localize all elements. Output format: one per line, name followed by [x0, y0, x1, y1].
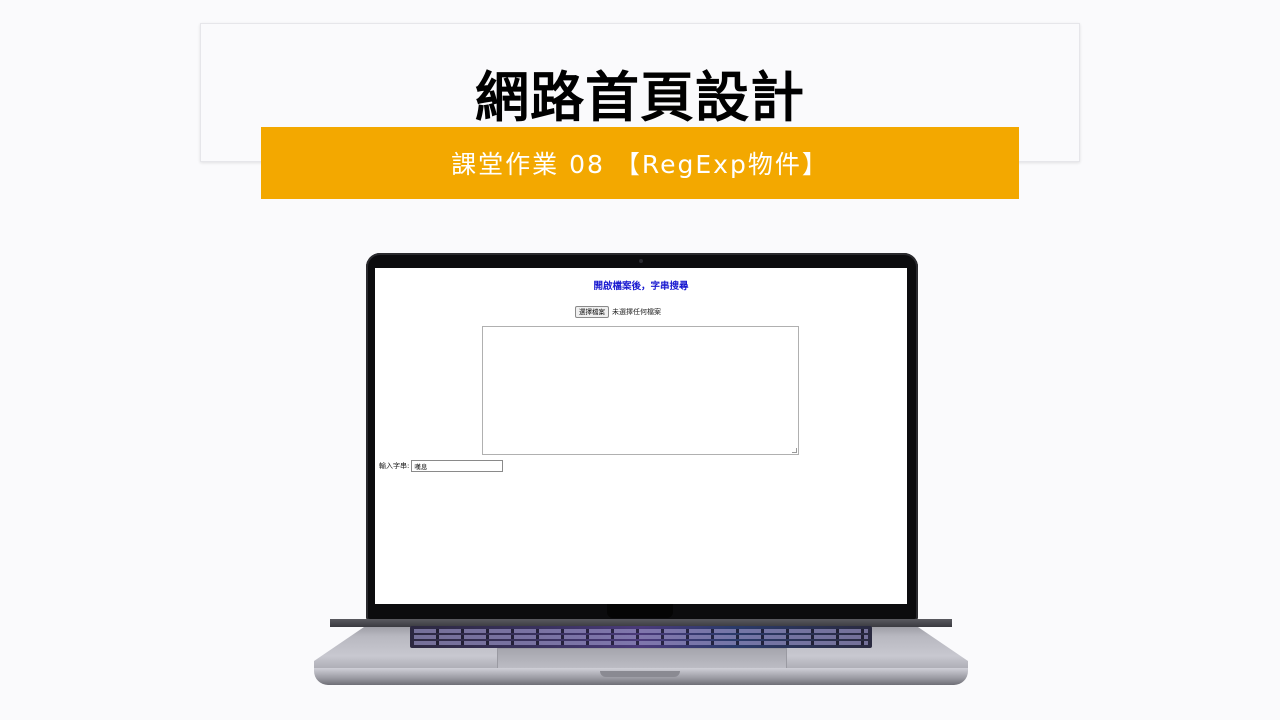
file-status: 未選擇任何檔案 [612, 308, 661, 316]
key-row [414, 641, 868, 645]
choose-file-button[interactable]: 選擇檔案 [575, 306, 609, 318]
file-picker: 選擇檔案 未選擇任何檔案 [575, 306, 661, 318]
keyboard [410, 626, 872, 648]
page-heading: 開啟檔案後，字串搜尋 [593, 281, 689, 292]
trackpad [497, 648, 787, 669]
subtitle-banner: 課堂作業 08 【RegExp物件】 [261, 127, 1019, 199]
hinge-notch [607, 604, 673, 618]
search-input[interactable] [411, 460, 504, 472]
file-content-textarea[interactable] [482, 326, 799, 455]
slide-title: 網路首頁設計 [475, 66, 805, 129]
search-label: 輸入字串: [379, 462, 410, 470]
camera-icon [639, 259, 643, 263]
slide-subtitle: 課堂作業 08 【RegExp物件】 [451, 150, 829, 179]
key-row [414, 635, 868, 639]
laptop-lip [600, 671, 680, 677]
slide: 網路首頁設計 課堂作業 08 【RegExp物件】 開啟檔案後，字串搜尋 選擇檔… [0, 0, 1280, 720]
resize-grip-icon[interactable] [792, 448, 797, 453]
key-row [414, 629, 868, 633]
laptop-screen: 開啟檔案後，字串搜尋 選擇檔案 未選擇任何檔案 輸入字串: [375, 268, 907, 604]
search-row: 輸入字串: [379, 460, 504, 472]
